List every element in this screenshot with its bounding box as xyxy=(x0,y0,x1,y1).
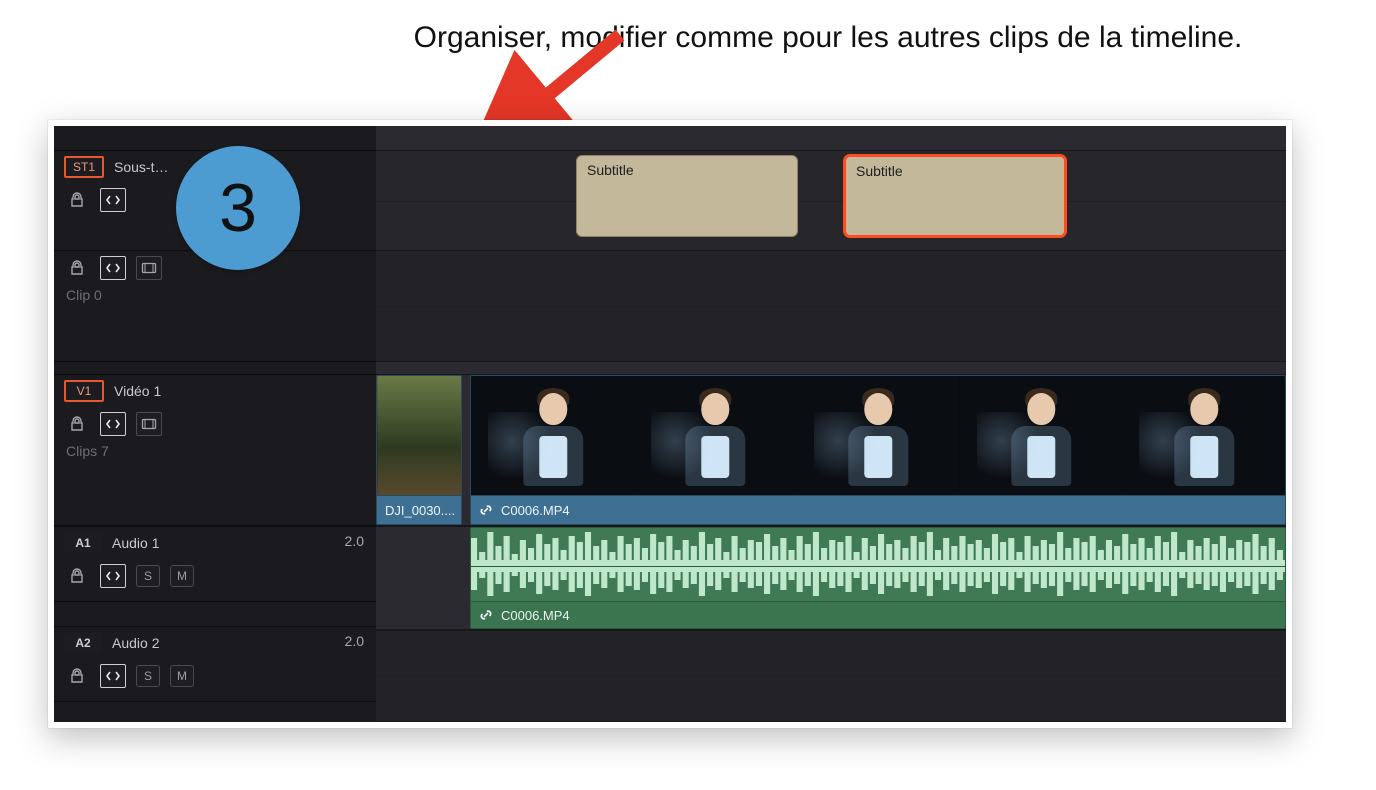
step-number: 3 xyxy=(219,169,257,247)
auto-select-icon[interactable] xyxy=(100,664,126,688)
track-clipcount-spacer: Clip 0 xyxy=(54,285,376,303)
track-header-spacer[interactable]: Clip 0 xyxy=(54,250,376,362)
subtitle-clip-selected[interactable]: Subtitle xyxy=(844,155,1066,237)
timeline-tracks[interactable]: Subtitle Subtitle DJI_0030.... xyxy=(376,126,1286,722)
lane-video1[interactable]: DJI_0030.... C0006.MP4 xyxy=(376,374,1286,526)
lock-icon[interactable] xyxy=(64,664,90,688)
mute-button[interactable]: M xyxy=(170,665,194,687)
lock-icon[interactable] xyxy=(64,256,90,280)
mute-button[interactable]: M xyxy=(170,565,194,587)
track-header-audio2[interactable]: A2 Audio 2 2.0 S M xyxy=(54,626,376,702)
auto-select-icon[interactable] xyxy=(100,188,126,212)
track-tag-st1[interactable]: ST1 xyxy=(64,156,104,178)
solo-button[interactable]: S xyxy=(136,565,160,587)
track-header-video1[interactable]: V1 Vidéo 1 Clips 7 xyxy=(54,374,376,526)
link-icon xyxy=(479,503,493,517)
video-clip-label: DJI_0030.... xyxy=(385,503,455,518)
track-tag-a1[interactable]: A1 xyxy=(64,533,102,553)
annotation-caption-text: Organiser, modifier comme pour les autre… xyxy=(414,21,1243,54)
auto-select-icon[interactable] xyxy=(100,412,126,436)
subtitle-clip-label: Subtitle xyxy=(856,163,903,179)
solo-button[interactable]: S xyxy=(136,665,160,687)
lane-audio2[interactable] xyxy=(376,630,1286,722)
filmstrip-icon[interactable] xyxy=(136,412,162,436)
auto-select-icon[interactable] xyxy=(100,564,126,588)
video-clip-dji[interactable]: DJI_0030.... xyxy=(376,375,462,525)
lock-icon[interactable] xyxy=(64,188,90,212)
audio-clip-c0006[interactable]: C0006.MP4 xyxy=(470,527,1286,629)
track-tag-a2[interactable]: A2 xyxy=(64,633,102,653)
video-clip-c0006[interactable]: C0006.MP4 xyxy=(470,375,1286,525)
lane-audio1[interactable]: C0006.MP4 xyxy=(376,526,1286,630)
track-clipcount-video1: Clips 7 xyxy=(54,441,376,459)
track-level-audio2: 2.0 xyxy=(345,633,364,649)
link-icon xyxy=(479,608,493,622)
track-name-audio1: Audio 1 xyxy=(112,535,159,551)
track-header-audio1[interactable]: A1 Audio 1 2.0 S M xyxy=(54,526,376,602)
lane-spacer[interactable] xyxy=(376,250,1286,362)
track-name-subtitle: Sous-t… xyxy=(114,159,168,175)
lane-subtitle[interactable]: Subtitle Subtitle xyxy=(376,150,1286,252)
track-level-audio1: 2.0 xyxy=(345,533,364,549)
lock-icon[interactable] xyxy=(64,412,90,436)
lock-icon[interactable] xyxy=(64,564,90,588)
audio-clip-label: C0006.MP4 xyxy=(501,608,570,623)
track-name-audio2: Audio 2 xyxy=(112,635,159,651)
auto-select-icon[interactable] xyxy=(100,256,126,280)
track-name-video1: Vidéo 1 xyxy=(114,383,161,399)
annotation-caption: Organiser, modifier comme pour les autre… xyxy=(0,18,1376,59)
video-clip-label: C0006.MP4 xyxy=(501,503,570,518)
filmstrip-icon[interactable] xyxy=(136,256,162,280)
step-badge: 3 xyxy=(176,146,300,270)
track-tag-v1[interactable]: V1 xyxy=(64,380,104,402)
subtitle-clip-label: Subtitle xyxy=(587,162,634,178)
subtitle-clip[interactable]: Subtitle xyxy=(576,155,798,237)
